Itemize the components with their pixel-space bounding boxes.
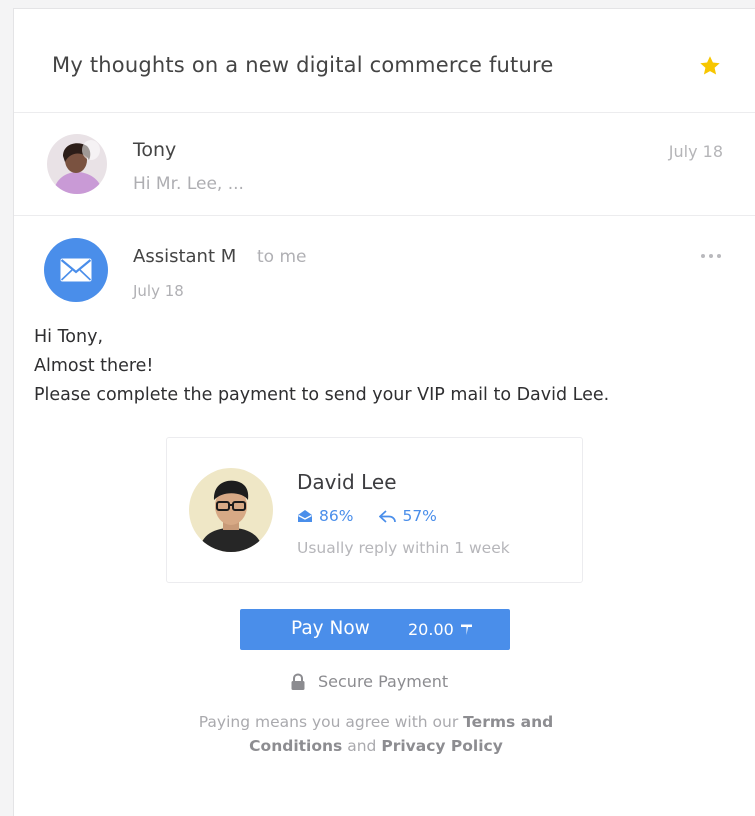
body-line: Hi Tony,	[34, 327, 104, 347]
legal-prefix: Paying means you agree with our	[198, 713, 459, 731]
email-card: My thoughts on a new digital commerce fu…	[13, 8, 755, 816]
thread-date: July 18	[668, 142, 723, 161]
reply-arrow-icon	[379, 509, 397, 523]
message-header: Assistant M to me July 18	[14, 216, 755, 312]
privacy-link[interactable]: Privacy Policy	[381, 737, 503, 755]
legal-notice: Paying means you agree with our Terms an…	[160, 710, 592, 758]
body-line: Almost there!	[34, 356, 154, 376]
profile-name: David Lee	[297, 470, 397, 494]
more-horizontal-icon[interactable]	[701, 254, 721, 258]
pay-button-label: Pay Now	[291, 618, 370, 639]
token-icon	[460, 624, 472, 635]
star-icon[interactable]	[698, 54, 722, 78]
reply-rate: 57%	[402, 507, 437, 525]
avatar	[189, 468, 273, 552]
thread-preview: Hi Mr. Lee, ...	[133, 174, 244, 194]
avatar	[47, 134, 107, 194]
thread-sender: Tony	[133, 139, 177, 161]
subject-bar: My thoughts on a new digital commerce fu…	[14, 9, 755, 113]
body-line: Please complete the payment to send your…	[34, 385, 610, 405]
secure-payment: Secure Payment	[290, 672, 448, 691]
amount-value: 20.00	[408, 620, 454, 639]
pay-amount: 20.00	[408, 620, 473, 639]
open-rate: 86%	[319, 507, 354, 525]
lock-icon	[291, 672, 305, 690]
secure-payment-label: Secure Payment	[318, 672, 449, 691]
message-body: Hi Tony, Almost there! Please complete t…	[34, 323, 609, 410]
sender-avatar	[44, 238, 108, 302]
reply-time: Usually reply within 1 week	[297, 539, 510, 557]
legal-and: and	[347, 737, 377, 755]
open-envelope-icon	[298, 510, 312, 522]
envelope-icon	[60, 258, 92, 282]
profile-stats: 86% 57%	[297, 507, 463, 525]
message-recipient[interactable]: to me	[257, 247, 307, 267]
email-subject: My thoughts on a new digital commerce fu…	[52, 53, 554, 77]
recipient-profile-card: David Lee 86% 57% Usually reply within 1…	[166, 437, 583, 583]
message-sender: Assistant M	[133, 246, 237, 267]
pay-now-button[interactable]: Pay Now 20.00	[240, 609, 510, 650]
thread-item-previous[interactable]: Tony Hi Mr. Lee, ... July 18	[14, 113, 755, 216]
message-date: July 18	[133, 282, 184, 300]
